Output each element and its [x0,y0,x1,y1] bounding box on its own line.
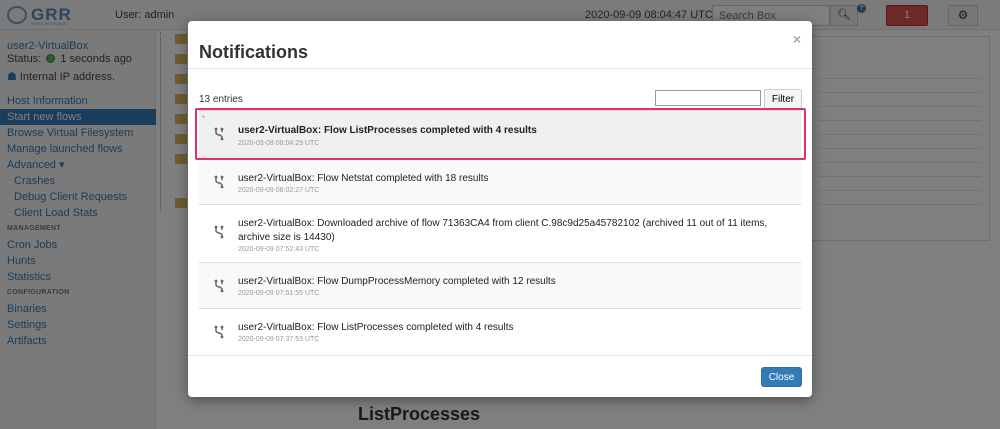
notification-item[interactable]: * user2-VirtualBox: Flow ListProcesses c… [199,111,801,159]
flow-fork-icon [214,279,224,293]
filter-button[interactable]: Filter [764,89,802,109]
notifications-modal: Notifications × 13 entries Filter * user… [188,21,812,397]
notification-time: 2020-09-09 08:04:29 UTC [238,140,320,147]
notification-item[interactable]: user2-VirtualBox: Flow Netstat completed… [199,159,801,205]
modal-footer: Close [188,355,812,397]
flow-fork-icon [214,325,224,339]
close-icon[interactable]: × [793,31,801,47]
notification-list: * user2-VirtualBox: Flow ListProcesses c… [199,110,801,354]
notification-time: 2020-09-09 07:37:53 UTC [238,336,320,343]
flow-fork-icon [214,225,224,239]
notification-time: 2020-09-09 08:02:27 UTC [238,187,320,194]
notification-message[interactable]: user2-VirtualBox: Flow ListProcesses com… [238,321,791,335]
flow-fork-icon [214,127,224,141]
notification-item[interactable]: user2-VirtualBox: Flow DumpProcessMemory… [199,263,801,309]
modal-title: Notifications [199,42,309,62]
unread-marker: * [202,114,206,123]
notification-item[interactable]: user2-VirtualBox: Flow ListProcesses com… [199,309,801,354]
flow-fork-icon [214,175,224,189]
filter-input[interactable] [655,90,761,106]
modal-header: Notifications × [188,21,812,69]
close-button[interactable]: Close [761,367,802,387]
notification-message[interactable]: user2-VirtualBox: Flow ListProcesses com… [238,124,791,138]
notification-time: 2020-09-09 07:52:43 UTC [238,246,320,253]
notification-time: 2020-09-09 07:51:55 UTC [238,290,320,297]
notification-message[interactable]: user2-VirtualBox: Flow Netstat completed… [238,172,791,186]
notification-message[interactable]: user2-VirtualBox: Flow DumpProcessMemory… [238,275,791,289]
notification-message[interactable]: user2-VirtualBox: Downloaded archive of … [238,217,791,245]
notification-item[interactable]: user2-VirtualBox: Downloaded archive of … [199,205,801,263]
entries-count: 13 entries [199,94,243,105]
